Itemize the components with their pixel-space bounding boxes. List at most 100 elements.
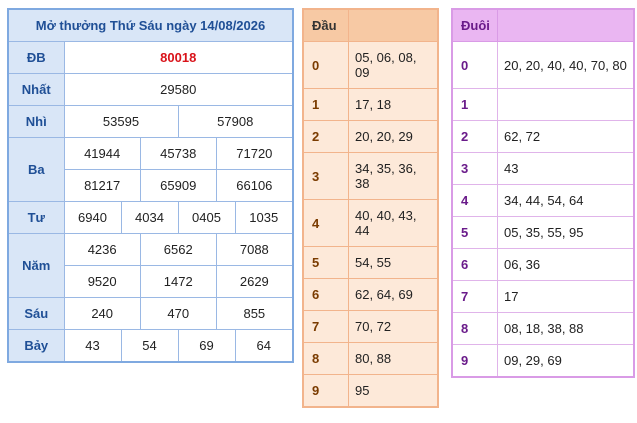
digit-key: 4 — [451, 184, 498, 217]
prize-group: 4236 6562 7088 — [64, 234, 293, 265]
digit-values: 08, 18, 38, 88 — [497, 312, 635, 345]
digit-values: 06, 36 — [497, 248, 635, 281]
digit-values: 20, 20, 29 — [348, 120, 439, 153]
prize-row-nam: Năm 4236 6562 7088 — [7, 233, 294, 298]
prize-number: 7088 — [239, 242, 269, 257]
tail-row: 4 34, 44, 54, 64 — [451, 184, 635, 217]
digit-values: 09, 29, 69 — [497, 344, 635, 377]
digit-key: 3 — [302, 152, 349, 200]
prize-number: 64 — [234, 329, 294, 363]
prize-number: 43 — [63, 329, 122, 363]
digit-key: 8 — [451, 312, 498, 345]
prize-number: 6940 — [63, 201, 122, 234]
digit-values: 05, 35, 55, 95 — [497, 216, 635, 249]
prize-number: 855 — [243, 306, 266, 321]
prize-label-nhat: Nhất — [7, 73, 65, 106]
tail-row: 6 06, 36 — [451, 248, 635, 281]
results-table: Mở thưởng Thứ Sáu ngày 14/08/2026 ĐB 800… — [7, 8, 294, 363]
head-row: 4 40, 40, 43, 44 — [302, 199, 439, 247]
prize-row-nhi: Nhì 53595 57908 — [7, 105, 294, 138]
prize-label-db: ĐB — [7, 41, 65, 74]
digit-key: 7 — [302, 310, 349, 343]
prize-number: 1035 — [234, 201, 294, 234]
prize-group: 240 470 855 — [64, 298, 293, 329]
prize-number: 0405 — [177, 201, 236, 234]
prize-number: 69 — [177, 329, 236, 363]
prize-number: 1472 — [140, 266, 217, 297]
prize-row-sau: Sáu 240 470 855 — [7, 297, 294, 330]
digit-key: 1 — [451, 88, 498, 121]
prize-number: 66106 — [236, 178, 273, 193]
prize-number: 240 — [64, 298, 141, 329]
digit-values: 34, 44, 54, 64 — [497, 184, 635, 217]
special-prize-number: 80018 — [63, 41, 294, 74]
digit-values: 40, 40, 43, 44 — [348, 199, 439, 247]
head-row: 2 20, 20, 29 — [302, 120, 439, 153]
prize-number: 9520 — [64, 266, 141, 297]
digit-key: 5 — [302, 246, 349, 279]
digit-values: 62, 64, 69 — [348, 278, 439, 311]
prize-number: 4034 — [120, 201, 179, 234]
tail-row: 9 09, 29, 69 — [451, 344, 635, 377]
digit-key: 3 — [451, 152, 498, 185]
prize-row-ba: Ba 41944 45738 71720 — [7, 137, 294, 202]
prize-number: 29580 — [63, 73, 294, 106]
digit-key: 0 — [451, 41, 498, 89]
tail-digit-table: Đuôi 0 20, 20, 40, 40, 70, 80 1 2 62, 72 3… — [451, 8, 635, 378]
digit-values: 54, 55 — [348, 246, 439, 279]
prize-number: 53595 — [63, 105, 179, 138]
prize-group: 9520 1472 2629 — [64, 266, 293, 297]
digit-key: 6 — [302, 278, 349, 311]
tail-row: 8 08, 18, 38, 88 — [451, 312, 635, 345]
prize-number: 2629 — [239, 274, 269, 289]
head-row: 8 80, 88 — [302, 342, 439, 375]
digit-key: 8 — [302, 342, 349, 375]
prize-group: 81217 65909 66106 — [64, 170, 293, 201]
tail-row: 0 20, 20, 40, 40, 70, 80 — [451, 41, 635, 89]
digit-key: 0 — [302, 41, 349, 89]
head-row: 5 54, 55 — [302, 246, 439, 279]
digit-key: 9 — [302, 374, 349, 407]
prize-number: 54 — [120, 329, 179, 363]
digit-values: 34, 35, 36, 38 — [348, 152, 439, 200]
prize-label-bay: Bảy — [7, 329, 65, 363]
tail-row: 5 05, 35, 55, 95 — [451, 216, 635, 249]
digit-key: 2 — [451, 120, 498, 153]
prize-label-tu: Tư — [7, 201, 65, 234]
head-row: 6 62, 64, 69 — [302, 278, 439, 311]
head-row: 0 05, 06, 08, 09 — [302, 41, 439, 89]
digit-values: 70, 72 — [348, 310, 439, 343]
prize-number: 81217 — [64, 170, 141, 201]
prize-number: 57908 — [177, 105, 294, 138]
head-digit-header: Đầu — [302, 8, 349, 42]
prize-number: 45738 — [140, 138, 217, 169]
digit-values: 17, 18 — [348, 88, 439, 121]
digit-values: 20, 20, 40, 40, 70, 80 — [497, 41, 635, 89]
prize-row-db: ĐB 80018 — [7, 41, 294, 74]
digit-values — [497, 88, 635, 121]
prize-label-ba: Ba — [7, 137, 65, 202]
digit-key: 9 — [451, 344, 498, 377]
digit-values: 95 — [348, 374, 439, 407]
digit-key: 5 — [451, 216, 498, 249]
prize-number: 65909 — [140, 170, 217, 201]
prize-number: 470 — [140, 298, 217, 329]
tail-row: 3 43 — [451, 152, 635, 185]
head-row: 9 95 — [302, 374, 439, 407]
prize-number: 6562 — [140, 234, 217, 265]
digit-values: 62, 72 — [497, 120, 635, 153]
head-row: 1 17, 18 — [302, 88, 439, 121]
tail-row: 7 17 — [451, 280, 635, 313]
prize-row-nhat: Nhất 29580 — [7, 73, 294, 106]
digit-key: 4 — [302, 199, 349, 247]
tail-row: 1 — [451, 88, 635, 121]
digit-key: 2 — [302, 120, 349, 153]
prize-label-nhi: Nhì — [7, 105, 65, 138]
prize-number: 71720 — [236, 146, 273, 161]
prize-label-sau: Sáu — [7, 297, 65, 330]
digit-values: 05, 06, 08, 09 — [348, 41, 439, 89]
prize-row-bay: Bảy 43 54 69 64 — [7, 329, 294, 363]
tail-digit-header: Đuôi — [451, 8, 498, 42]
prize-label-nam: Năm — [7, 233, 65, 298]
digit-values: 80, 88 — [348, 342, 439, 375]
